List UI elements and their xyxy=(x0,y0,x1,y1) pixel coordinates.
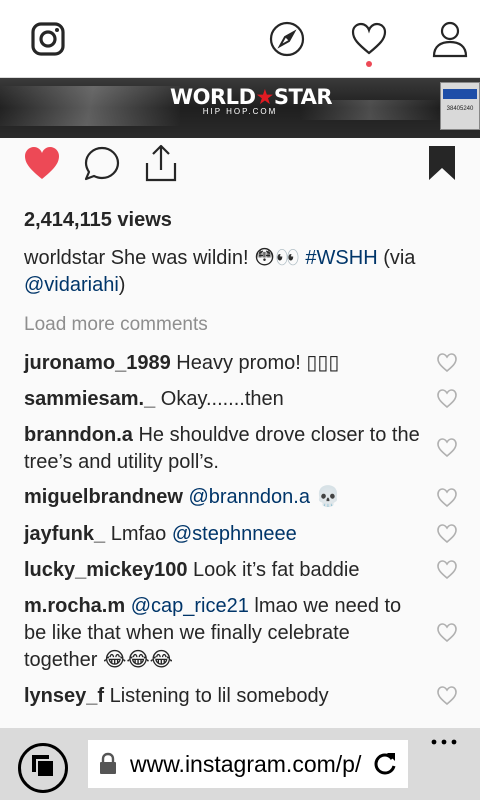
comment-item: sammiesam._ Okay.......then xyxy=(24,386,424,413)
share-icon[interactable] xyxy=(143,143,179,183)
instagram-icon[interactable] xyxy=(29,20,67,58)
comment-username[interactable]: miguelbrandnew xyxy=(24,486,183,508)
comment-mention[interactable]: @cap_rice21 xyxy=(125,595,249,617)
comment-username[interactable]: lynsey_f xyxy=(24,685,104,707)
comment-text: 💀 xyxy=(309,486,341,508)
comment-like-icon[interactable] xyxy=(436,559,458,581)
comment-username[interactable]: m.rocha.m xyxy=(24,595,125,617)
load-more-comments[interactable]: Load more comments xyxy=(24,313,208,337)
comment-text: Lmfao xyxy=(105,523,172,545)
app-header xyxy=(0,0,480,78)
comment-item: m.rocha.m @cap_rice21 lmao we need to be… xyxy=(24,593,424,674)
lock-icon xyxy=(100,752,116,774)
notification-dot xyxy=(366,61,372,67)
plate-number: 38405240 xyxy=(446,106,474,112)
comment-username[interactable]: lucky_mickey100 xyxy=(24,559,187,581)
comment-item: branndon.a He shouldve drove closer to t… xyxy=(24,422,424,476)
comment-like-icon[interactable] xyxy=(436,388,458,410)
person-icon[interactable] xyxy=(431,20,469,58)
caption-text: She was wildin! 😳👀 xyxy=(105,247,306,269)
view-count: 2,414,115 views xyxy=(24,209,172,231)
comment-text: Listening to lil somebody xyxy=(104,685,329,707)
caption-username[interactable]: worldstar xyxy=(24,247,105,269)
tabs-icon xyxy=(32,755,55,778)
license-plate: 38405240 xyxy=(440,82,480,130)
address-bar[interactable]: www.instagram.com/p/ xyxy=(88,740,408,788)
post-actions xyxy=(0,140,480,190)
comment-mention[interactable]: @stephnneee xyxy=(172,523,297,545)
caption-via: (via xyxy=(377,247,416,269)
tabs-button[interactable] xyxy=(18,743,68,793)
comment-item: lucky_mickey100 Look it’s fat baddie xyxy=(24,557,424,584)
comment-mention[interactable]: @branndon.a xyxy=(183,486,310,508)
worldstar-watermark: WORLD★STAR HIP HOP.COM xyxy=(170,84,333,130)
post-caption: worldstar She was wildin! 😳👀 #WSHH (via @… xyxy=(24,245,464,299)
comment-text: Okay.......then xyxy=(155,388,284,410)
url-text[interactable]: www.instagram.com/p/ xyxy=(130,750,366,778)
comment-like-icon[interactable] xyxy=(436,487,458,509)
comment-item: miguelbrandnew @branndon.a 💀 xyxy=(24,484,424,511)
post-media[interactable]: WORLD★STAR HIP HOP.COM xyxy=(0,78,480,138)
comment-bubble-icon[interactable] xyxy=(83,145,121,183)
comment-like-icon[interactable] xyxy=(436,437,458,459)
caption-mention[interactable]: @vidariahi xyxy=(24,274,119,296)
comment-item: jayfunk_ Lmfao @stephnneee xyxy=(24,521,424,548)
compass-icon[interactable] xyxy=(268,20,306,58)
reload-icon[interactable] xyxy=(372,751,398,777)
caption-close: ) xyxy=(118,274,126,296)
comment-like-icon[interactable] xyxy=(436,622,458,644)
more-dots-icon[interactable] xyxy=(430,738,458,746)
comment-like-icon[interactable] xyxy=(436,685,458,707)
comment-like-icon[interactable] xyxy=(436,352,458,374)
caption-hashtag[interactable]: #WSHH xyxy=(305,247,377,269)
comment-username[interactable]: jayfunk_ xyxy=(24,523,105,545)
comment-item: lynsey_f Listening to lil somebody xyxy=(24,683,424,710)
comment-username[interactable]: juronamo_1989 xyxy=(24,352,171,374)
heart-outline-icon[interactable] xyxy=(350,20,388,58)
comment-like-icon[interactable] xyxy=(436,523,458,545)
bookmark-filled-icon[interactable] xyxy=(427,144,457,182)
comment-text: Heavy promo! ▯▯▯ xyxy=(170,352,340,374)
plate-band xyxy=(443,89,477,99)
heart-filled-icon[interactable] xyxy=(23,145,61,181)
comment-username[interactable]: branndon.a xyxy=(24,424,133,446)
media-highlight xyxy=(0,86,180,126)
comment-username[interactable]: sammiesam._ xyxy=(24,388,155,410)
comment-text: Look it’s fat baddie xyxy=(187,559,360,581)
comment-item: juronamo_1989 Heavy promo! ▯▯▯ xyxy=(24,350,424,377)
